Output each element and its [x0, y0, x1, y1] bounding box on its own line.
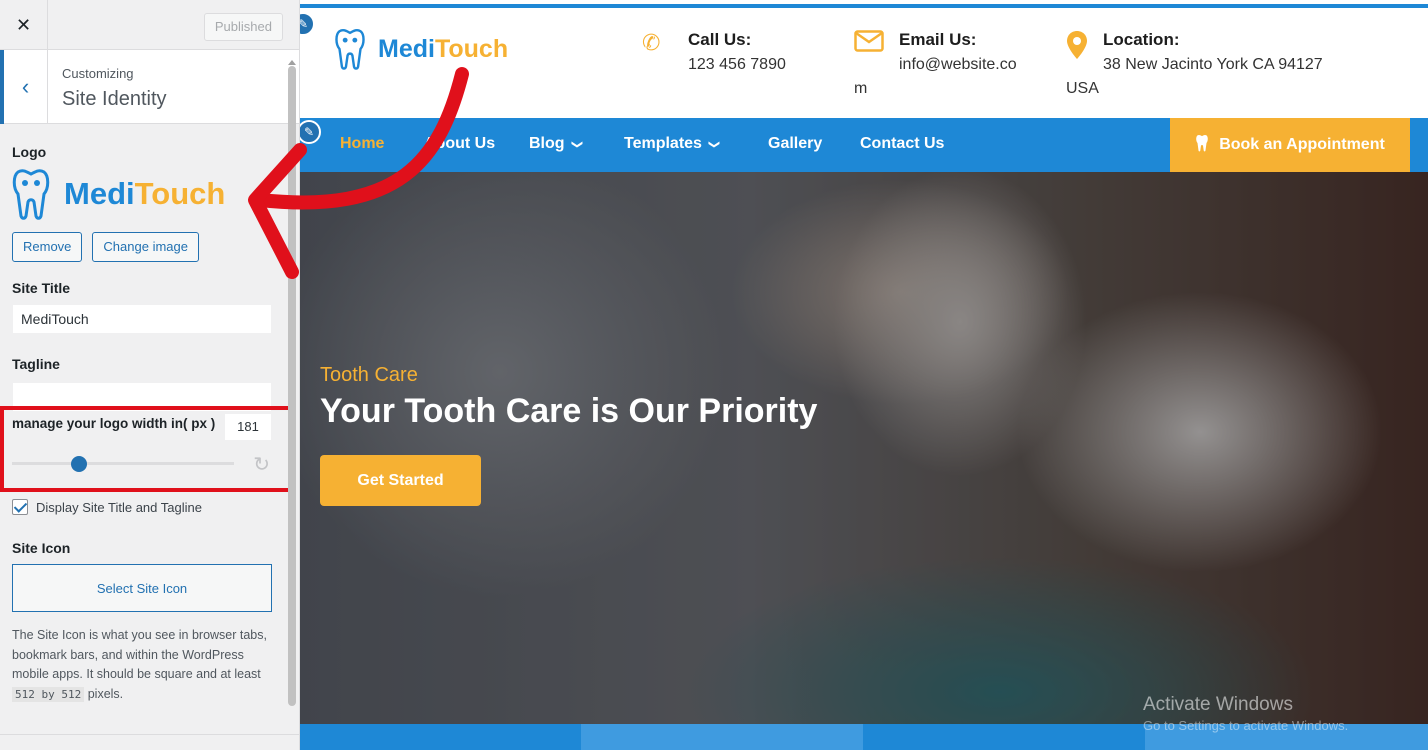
tagline-label: Tagline [12, 356, 60, 372]
section-header: ‹ Customizing Site Identity [0, 50, 299, 124]
site-header: MediTouch ✆ Call Us: 123 456 7890 Email … [300, 8, 1428, 118]
logo-width-input[interactable]: 181 [224, 413, 272, 441]
email-title: Email Us: [899, 30, 977, 49]
scroll-up-icon[interactable] [288, 60, 296, 65]
nav-gallery[interactable]: Gallery [768, 135, 822, 153]
tooth-logo-icon [12, 169, 50, 220]
location-value-wrap: USA [1066, 80, 1099, 97]
site-title-input[interactable]: MediTouch [12, 304, 272, 334]
email-value: info@website.co [899, 56, 1017, 73]
phone-icon: ✆ [642, 30, 661, 55]
hero-image [300, 172, 1428, 724]
site-logo-text: MediTouch [378, 34, 509, 63]
tooth-icon [1195, 134, 1209, 157]
hero-title: Your Tooth Care is Our Priority [320, 392, 818, 430]
nav-templates[interactable]: Templates ❯ [624, 135, 721, 153]
customizing-label: Customizing [62, 66, 134, 81]
hero-subtitle: Tooth Care [320, 364, 418, 386]
call-value: 123 456 7890 [688, 56, 786, 73]
logo-width-control: manage your logo width in( px ) 181 ↻ [12, 413, 274, 476]
site-logo[interactable]: MediTouch [334, 28, 508, 70]
site-icon-description: The Site Icon is what you see in browser… [12, 628, 267, 702]
location-pin-icon [1066, 30, 1100, 77]
windows-watermark-sub: Go to Settings to activate Windows. [1143, 718, 1349, 733]
nav-blog[interactable]: Blog ❯ [529, 135, 583, 153]
chevron-down-icon: ❯ [570, 139, 583, 150]
display-title-label: Display Site Title and Tagline [36, 499, 202, 515]
site-preview: MediTouch ✆ Call Us: 123 456 7890 Email … [300, 0, 1428, 750]
back-icon[interactable]: ‹ [0, 50, 48, 124]
display-title-row: Display Site Title and Tagline [12, 499, 202, 515]
tooth-logo-icon [335, 29, 365, 70]
call-title: Call Us: [688, 30, 752, 49]
logo-label: Logo [12, 144, 47, 160]
scroll-thumb[interactable] [288, 66, 296, 706]
logo-preview: MediTouch [12, 166, 272, 222]
site-icon-label: Site Icon [12, 540, 71, 556]
nav-about-us[interactable]: About Us [424, 135, 495, 153]
nav-home[interactable]: Home [340, 135, 384, 153]
envelope-icon [854, 30, 888, 77]
site-icon-size: 512 by 512 [12, 686, 85, 702]
book-appointment-label: Book an Appointment [1219, 136, 1385, 153]
email-value-wrap: m [854, 80, 868, 97]
location-info: Location: 38 New Jacinto York CA 94127 [1066, 30, 1323, 77]
slider-handle[interactable] [70, 456, 87, 472]
strip-segment [581, 724, 863, 750]
reset-icon[interactable]: ↻ [253, 452, 270, 477]
get-started-button[interactable]: Get Started [320, 455, 481, 506]
call-info: ✆ Call Us: 123 456 7890 [642, 30, 786, 77]
site-title-label: Site Title [12, 280, 71, 296]
display-title-checkbox[interactable] [12, 499, 28, 515]
customizer-sidebar: ✕ Published ‹ Customizing Site Identity … [0, 0, 300, 750]
customizer-header: ✕ Published [0, 0, 299, 50]
sidebar-scrollbar[interactable] [284, 60, 299, 742]
windows-watermark: Activate Windows [1143, 694, 1293, 715]
close-icon[interactable]: ✕ [0, 0, 48, 50]
change-image-button[interactable]: Change image [92, 232, 199, 262]
remove-button[interactable]: Remove [12, 232, 83, 262]
location-value: 38 New Jacinto York CA 94127 [1103, 56, 1323, 73]
nav-contact-us[interactable]: Contact Us [860, 135, 944, 153]
email-info: Email Us: info@website.co [854, 30, 1017, 77]
customizer-footer [0, 734, 299, 750]
location-title: Location: [1103, 30, 1180, 49]
section-title: Site Identity [62, 88, 167, 110]
select-site-icon-button[interactable]: Select Site Icon [12, 564, 272, 612]
section-body: Logo MediTouch Remove Change image Site … [0, 124, 284, 412]
logo-text: MediTouch [64, 176, 226, 211]
chevron-down-icon: ❯ [708, 139, 721, 150]
book-appointment-button[interactable]: Book an Appointment [1170, 118, 1410, 172]
published-button[interactable]: Published [203, 13, 283, 41]
hero-banner: Tooth Care Your Tooth Care is Our Priori… [300, 172, 1428, 724]
logo-width-slider[interactable] [12, 456, 234, 472]
